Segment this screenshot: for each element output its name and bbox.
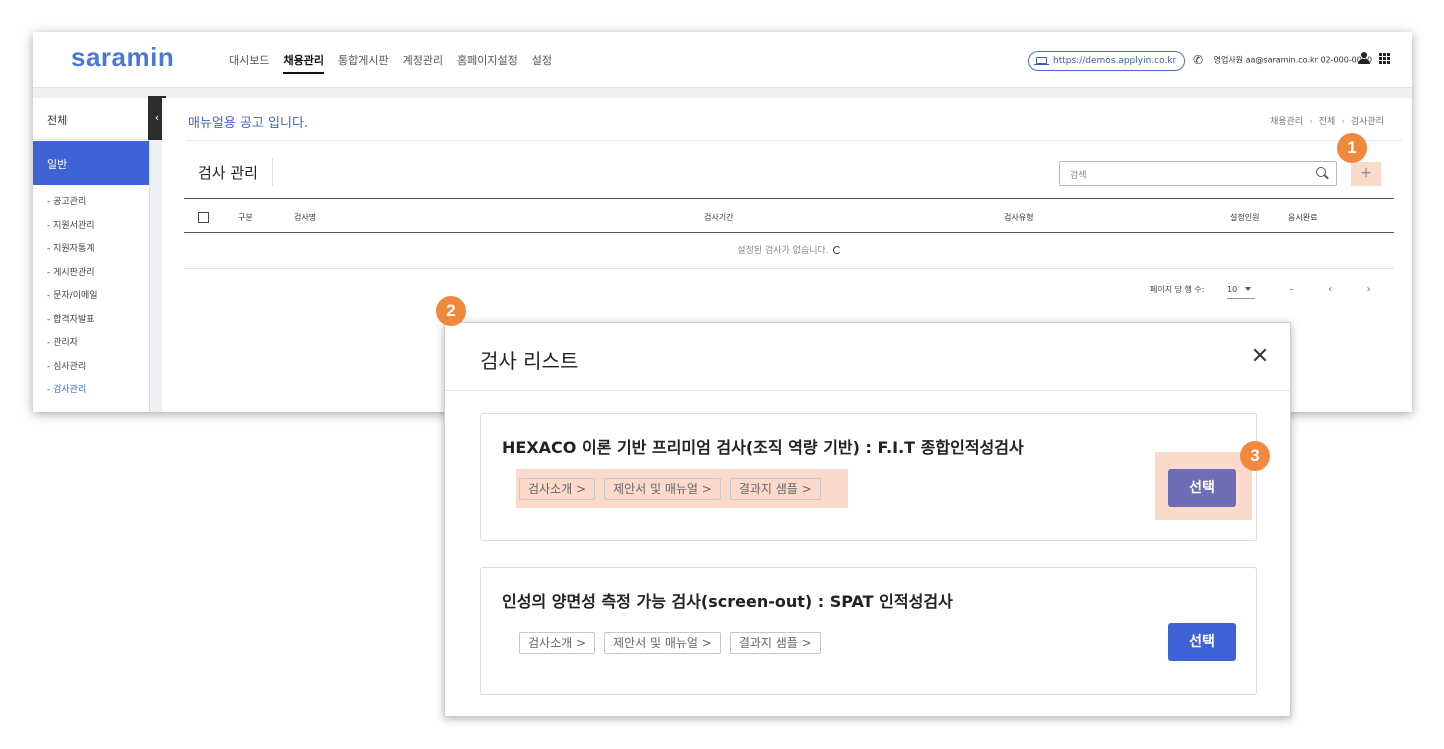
nav-board[interactable]: 통합게시판 (338, 52, 389, 74)
modal-title: 검사 리스트 (480, 349, 579, 373)
page-range: – (1289, 285, 1294, 294)
result-sample-link[interactable]: 결과지 샘플 > (729, 632, 821, 654)
sidebar-item-review[interactable]: - 심사관리 (47, 356, 149, 380)
refresh-icon[interactable] (832, 246, 841, 254)
test-intro-link[interactable]: 검사소개 > (519, 478, 596, 500)
site-url-link[interactable]: https://demos.applyin.co.kr (1028, 51, 1186, 71)
search-input[interactable]: 검색 (1059, 161, 1337, 186)
proposal-manual-link[interactable]: 제안서 및 매뉴얼 > (604, 478, 721, 500)
nav-accounts[interactable]: 계정관리 (403, 52, 443, 74)
empty-message: 설정된 검사가 없습니다. (737, 246, 829, 256)
user-icon[interactable] (1358, 52, 1370, 66)
contact-text: 영업사원 aa@saramin.co.kr 02-000-0000 (1213, 55, 1373, 65)
header-gutter (33, 88, 1412, 98)
proposal-manual-link[interactable]: 제안서 및 매뉴얼 > (604, 632, 721, 654)
rows-per-page-select[interactable]: 10 (1227, 285, 1256, 299)
step-badge: 3 (1240, 441, 1270, 471)
add-test-button[interactable]: + (1351, 162, 1381, 186)
column-header-test-type: 검사유형 (1004, 213, 1034, 222)
nav-settings[interactable]: 설정 (532, 52, 552, 74)
column-header-completed: 응시완료 (1288, 213, 1318, 222)
sidebar-item-applicant-stats[interactable]: - 지원자통계 (47, 238, 149, 262)
job-posting-notice: 매뉴얼용 공고 입니다. (188, 116, 309, 131)
sales-contact: ✆ 영업사원 aa@saramin.co.kr 02-000-0000 (1193, 53, 1372, 67)
next-page-button[interactable]: › (1367, 284, 1371, 295)
prev-page-button[interactable]: ‹ (1328, 284, 1332, 295)
breadcrumb-item: 검사관리 (1350, 117, 1384, 127)
modal-header: 검사 리스트 (445, 323, 1290, 391)
test-card: HEXACO 이론 기반 프리미엄 검사(조직 역량 기반) : F.I.T 종… (480, 413, 1257, 541)
breadcrumb-item[interactable]: 전체 (1319, 117, 1336, 127)
empty-table-row: 설정된 검사가 없습니다. (184, 233, 1394, 269)
test-title: 인성의 양면성 측정 가능 검사(screen-out) : SPAT 인적성검… (502, 592, 953, 611)
sidebar: 전체 일반 - 공고관리 - 지원서관리 - 지원자통계 - 게시판관리 - 문… (33, 98, 150, 412)
table-header: 구분 검사명 검사기간 검사유형 설정인원 응시완료 (184, 198, 1394, 233)
rows-per-page-label: 페이지 당 행 수: (1150, 285, 1205, 294)
sidebar-all[interactable]: 전체 (33, 98, 149, 140)
sidebar-item-tests[interactable]: - 검사관리 (47, 379, 149, 403)
sidebar-item-board[interactable]: - 게시판관리 (47, 262, 149, 286)
sidebar-group-general[interactable]: 일반 (33, 141, 149, 185)
sidebar-item-results[interactable]: - 합격자발표 (47, 309, 149, 333)
result-sample-link[interactable]: 결과지 샘플 > (729, 478, 821, 500)
close-icon[interactable] (1252, 347, 1268, 363)
test-list-modal: 검사 리스트 HEXACO 이론 기반 프리미엄 검사(조직 역량 기반) : … (444, 322, 1291, 717)
phone-icon: ✆ (1193, 53, 1204, 67)
column-header-test-name: 검사명 (294, 213, 317, 222)
rows-per-page-value: 10 (1227, 285, 1238, 294)
breadcrumb-item[interactable]: 채용관리 (1270, 117, 1303, 127)
nav-dashboard[interactable]: 대시보드 (229, 52, 269, 74)
test-links: 검사소개 > 제안서 및 매뉴얼 > 결과지 샘플 > (519, 478, 821, 500)
nav-recruitment[interactable]: 채용관리 (283, 52, 324, 74)
top-navigation-bar: saramin 대시보드 채용관리 통합게시판 계정관리 홈페이지설정 설정 h… (33, 32, 1412, 88)
sidebar-item-applications[interactable]: - 지원서관리 (47, 215, 149, 239)
site-url-text: https://demos.applyin.co.kr (1053, 56, 1177, 66)
sidebar-menu: - 공고관리 - 지원서관리 - 지원자통계 - 게시판관리 - 문자/이메일 … (33, 185, 149, 403)
step-badge: 2 (436, 296, 466, 326)
test-intro-link[interactable]: 검사소개 > (519, 632, 596, 654)
select-button[interactable]: 선택 (1168, 623, 1236, 661)
step-badge: 1 (1337, 133, 1367, 163)
divider (272, 158, 273, 186)
sidebar-item-sms-email[interactable]: - 문자/이메일 (47, 285, 149, 309)
laptop-icon (1034, 57, 1049, 66)
chevron-down-icon (1245, 287, 1252, 291)
test-card: 인성의 양면성 측정 가능 검사(screen-out) : SPAT 인적성검… (480, 567, 1257, 695)
column-header-period: 검사기간 (704, 213, 734, 222)
search-placeholder: 검색 (1070, 171, 1087, 181)
breadcrumb: 채용관리 › 전체 › 검사관리 (1269, 117, 1384, 127)
saramin-logo[interactable]: saramin (71, 42, 174, 73)
test-title: HEXACO 이론 기반 프리미엄 검사(조직 역량 기반) : F.I.T 종… (502, 438, 1024, 457)
search-icon[interactable] (1316, 167, 1326, 177)
sidebar-item-admin[interactable]: - 관리자 (47, 332, 149, 356)
pagination: 페이지 당 행 수: 10 – ‹ › (1150, 284, 1371, 299)
column-header-type: 구분 (238, 213, 253, 222)
nav-homepage-settings[interactable]: 홈페이지설정 (457, 52, 518, 74)
main-nav: 대시보드 채용관리 통합게시판 계정관리 홈페이지설정 설정 (229, 52, 566, 74)
select-all-checkbox[interactable] (198, 212, 209, 223)
divider (186, 140, 1402, 141)
page-title: 검사 관리 (198, 164, 258, 182)
sidebar-item-job-posting[interactable]: - 공고관리 (47, 191, 149, 215)
select-button[interactable]: 선택 (1168, 469, 1236, 507)
test-links: 검사소개 > 제안서 및 매뉴얼 > 결과지 샘플 > (519, 632, 821, 654)
apps-grid-icon[interactable] (1379, 53, 1390, 64)
column-header-assigned: 설정인원 (1230, 213, 1260, 222)
